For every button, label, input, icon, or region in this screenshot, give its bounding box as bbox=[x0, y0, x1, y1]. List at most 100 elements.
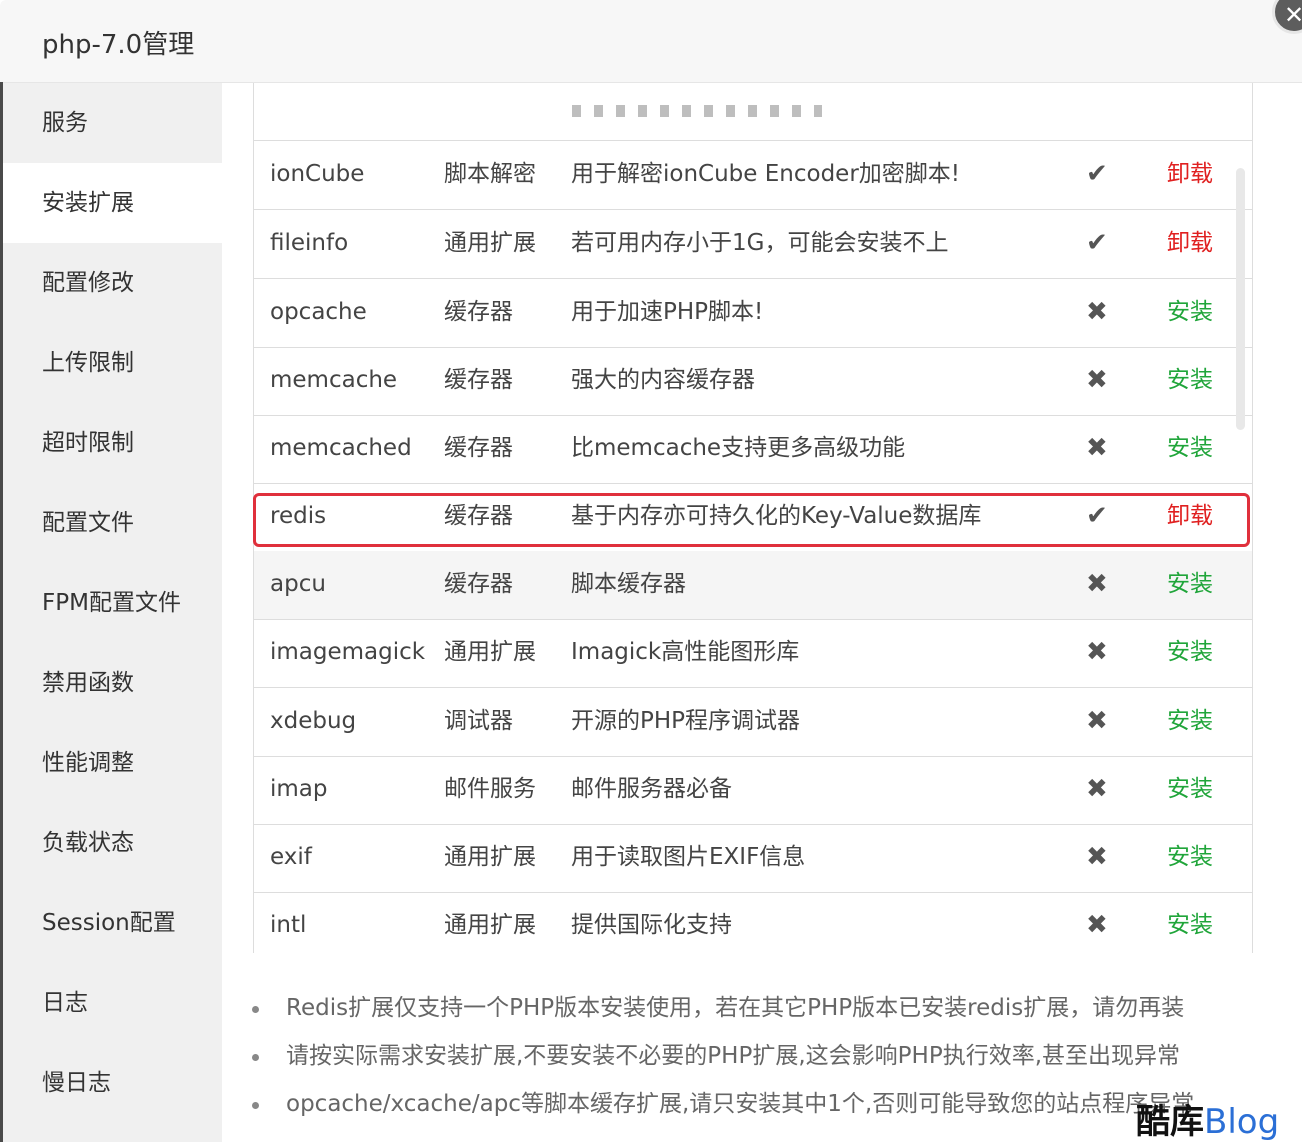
ext-name: exif bbox=[270, 844, 312, 870]
ext-name: opcache bbox=[270, 299, 367, 325]
cross-icon: ✖ bbox=[1086, 842, 1108, 872]
table-row: imagemagick 通用扩展 Imagick高性能图形库 ✖ 安装 bbox=[254, 619, 1252, 688]
uninstall-button[interactable]: 卸载 bbox=[1167, 141, 1213, 209]
ext-name: redis bbox=[270, 503, 327, 529]
table-row: exif 通用扩展 用于读取图片EXIF信息 ✖ 安装 bbox=[254, 824, 1252, 893]
table-row: fileinfo 通用扩展 若可用内存小于1G，可能会安装不上 ✔ 卸载 bbox=[254, 210, 1252, 279]
ext-type: 脚本解密 bbox=[444, 161, 536, 187]
install-button[interactable]: 安装 bbox=[1167, 415, 1213, 483]
ext-desc: 比memcache支持更多高级功能 bbox=[571, 435, 906, 461]
sidebar-item-install-extensions[interactable]: 安装扩展 bbox=[3, 163, 222, 243]
tips-list: Redis扩展仅支持一个PHP版本安装使用，若在其它PHP版本已安装redis扩… bbox=[252, 990, 1252, 1134]
sidebar-item-upload-limit[interactable]: 上传限制 bbox=[3, 323, 222, 403]
ext-name: intl bbox=[270, 912, 307, 938]
sidebar-item-session-config[interactable]: Session配置 bbox=[3, 883, 222, 963]
ext-name: imap bbox=[270, 776, 328, 802]
dialog-header: php-7.0管理 bbox=[0, 0, 1302, 83]
install-button[interactable]: 安装 bbox=[1167, 824, 1213, 892]
watermark-text-cn: 酷库 bbox=[1136, 1102, 1204, 1142]
ext-desc: 若可用内存小于1G，可能会安装不上 bbox=[571, 230, 949, 256]
cross-icon: ✖ bbox=[1086, 569, 1108, 599]
ext-type: 通用扩展 bbox=[444, 912, 536, 938]
ext-desc: 基于内存亦可持久化的Key-Value数据库 bbox=[571, 503, 982, 529]
tip-item: 请按实际需求安装扩展,不要安装不必要的PHP扩展,这会影响PHP执行效率,甚至出… bbox=[252, 1038, 1252, 1086]
uninstall-button[interactable]: 卸载 bbox=[1167, 483, 1213, 551]
ext-type: 缓存器 bbox=[444, 571, 513, 597]
sidebar-item-timeout-limit[interactable]: 超时限制 bbox=[3, 403, 222, 483]
sidebar-item-disabled-functions[interactable]: 禁用函数 bbox=[3, 643, 222, 723]
ext-name: imagemagick bbox=[270, 639, 426, 665]
check-icon: ✔ bbox=[1086, 159, 1108, 189]
sidebar-item-service[interactable]: 服务 bbox=[3, 83, 222, 163]
ext-desc: 用于解密ionCube Encoder加密脚本! bbox=[571, 161, 960, 187]
ext-desc: 提供国际化支持 bbox=[571, 912, 732, 938]
ext-type: 缓存器 bbox=[444, 435, 513, 461]
ext-desc: 强大的内容缓存器 bbox=[571, 367, 755, 393]
cross-icon: ✖ bbox=[1086, 365, 1108, 395]
cross-icon: ✖ bbox=[1086, 706, 1108, 736]
table-row: ionCube 脚本解密 用于解密ionCube Encoder加密脚本! ✔ … bbox=[254, 141, 1252, 210]
table-row: intl 通用扩展 提供国际化支持 ✖ 安装 bbox=[254, 892, 1252, 953]
check-icon: ✔ bbox=[1086, 228, 1108, 258]
table-scrollbar[interactable] bbox=[1236, 168, 1245, 430]
cross-icon: ✖ bbox=[1086, 910, 1108, 940]
dialog-title: php-7.0管理 bbox=[42, 30, 195, 60]
ext-type: 通用扩展 bbox=[444, 230, 536, 256]
sidebar-item-config-edit[interactable]: 配置修改 bbox=[3, 243, 222, 323]
cross-icon: ✖ bbox=[1086, 297, 1108, 327]
cross-icon: ✖ bbox=[1086, 433, 1108, 463]
ext-name: ionCube bbox=[270, 161, 365, 187]
ext-name: apcu bbox=[270, 571, 326, 597]
cross-icon: ✖ bbox=[1086, 637, 1108, 667]
ext-desc: Imagick高性能图形库 bbox=[571, 639, 800, 665]
sidebar-item-slow-log[interactable]: 慢日志 bbox=[3, 1043, 222, 1123]
check-icon: ✔ bbox=[1086, 501, 1108, 531]
extensions-table[interactable]: ionCube 脚本解密 用于解密ionCube Encoder加密脚本! ✔ … bbox=[253, 83, 1253, 953]
ext-type: 邮件服务 bbox=[444, 776, 536, 802]
install-button[interactable]: 安装 bbox=[1167, 551, 1213, 619]
install-button[interactable]: 安装 bbox=[1167, 688, 1213, 756]
table-row: redis 缓存器 基于内存亦可持久化的Key-Value数据库 ✔ 卸载 bbox=[254, 483, 1252, 552]
table-row: imap 邮件服务 邮件服务器必备 ✖ 安装 bbox=[254, 756, 1252, 825]
install-button[interactable]: 安装 bbox=[1167, 619, 1213, 687]
table-row: apcu 缓存器 脚本缓存器 ✖ 安装 bbox=[254, 551, 1252, 620]
php-manager-dialog: php-7.0管理 ✕ 服务 安装扩展 配置修改 上传限制 超时限制 配置文件 … bbox=[0, 0, 1302, 1142]
sidebar-item-performance[interactable]: 性能调整 bbox=[3, 723, 222, 803]
ext-type: 通用扩展 bbox=[444, 844, 536, 870]
ext-type: 缓存器 bbox=[444, 367, 513, 393]
cut-off-text bbox=[572, 105, 822, 117]
sidebar-item-log[interactable]: 日志 bbox=[3, 963, 222, 1043]
ext-name: fileinfo bbox=[270, 230, 349, 256]
table-row-partial bbox=[254, 83, 1252, 141]
ext-desc: 开源的PHP程序调试器 bbox=[571, 708, 801, 734]
ext-name: memcached bbox=[270, 435, 412, 461]
sidebar-item-config-file[interactable]: 配置文件 bbox=[3, 483, 222, 563]
tip-item: opcache/xcache/apc等脚本缓存扩展,请只安装其中1个,否则可能导… bbox=[252, 1086, 1252, 1134]
table-row: xdebug 调试器 开源的PHP程序调试器 ✖ 安装 bbox=[254, 688, 1252, 757]
ext-desc: 脚本缓存器 bbox=[571, 571, 686, 597]
cross-icon: ✖ bbox=[1086, 774, 1108, 804]
ext-type: 缓存器 bbox=[444, 503, 513, 529]
ext-type: 缓存器 bbox=[444, 299, 513, 325]
uninstall-button[interactable]: 卸载 bbox=[1167, 210, 1213, 278]
ext-desc: 邮件服务器必备 bbox=[571, 776, 732, 802]
ext-desc: 用于读取图片EXIF信息 bbox=[571, 844, 806, 870]
ext-type: 通用扩展 bbox=[444, 639, 536, 665]
sidebar-item-fpm-config[interactable]: FPM配置文件 bbox=[3, 563, 222, 643]
table-row: memcached 缓存器 比memcache支持更多高级功能 ✖ 安装 bbox=[254, 415, 1252, 484]
sidebar: 服务 安装扩展 配置修改 上传限制 超时限制 配置文件 FPM配置文件 禁用函数… bbox=[3, 83, 222, 1142]
sidebar-item-load-status[interactable]: 负载状态 bbox=[3, 803, 222, 883]
tip-item: Redis扩展仅支持一个PHP版本安装使用，若在其它PHP版本已安装redis扩… bbox=[252, 990, 1252, 1038]
watermark-text-en: Blog bbox=[1204, 1102, 1280, 1142]
watermark-logo: 酷库Blog bbox=[1136, 1094, 1280, 1142]
content-area: ionCube 脚本解密 用于解密ionCube Encoder加密脚本! ✔ … bbox=[222, 83, 1302, 1142]
ext-name: memcache bbox=[270, 367, 398, 393]
ext-desc: 用于加速PHP脚本! bbox=[571, 299, 764, 325]
table-row: memcache 缓存器 强大的内容缓存器 ✖ 安装 bbox=[254, 347, 1252, 416]
table-row: opcache 缓存器 用于加速PHP脚本! ✖ 安装 bbox=[254, 279, 1252, 348]
ext-name: xdebug bbox=[270, 708, 357, 734]
install-button[interactable]: 安装 bbox=[1167, 279, 1213, 347]
install-button[interactable]: 安装 bbox=[1167, 756, 1213, 824]
install-button[interactable]: 安装 bbox=[1167, 892, 1213, 953]
install-button[interactable]: 安装 bbox=[1167, 347, 1213, 415]
